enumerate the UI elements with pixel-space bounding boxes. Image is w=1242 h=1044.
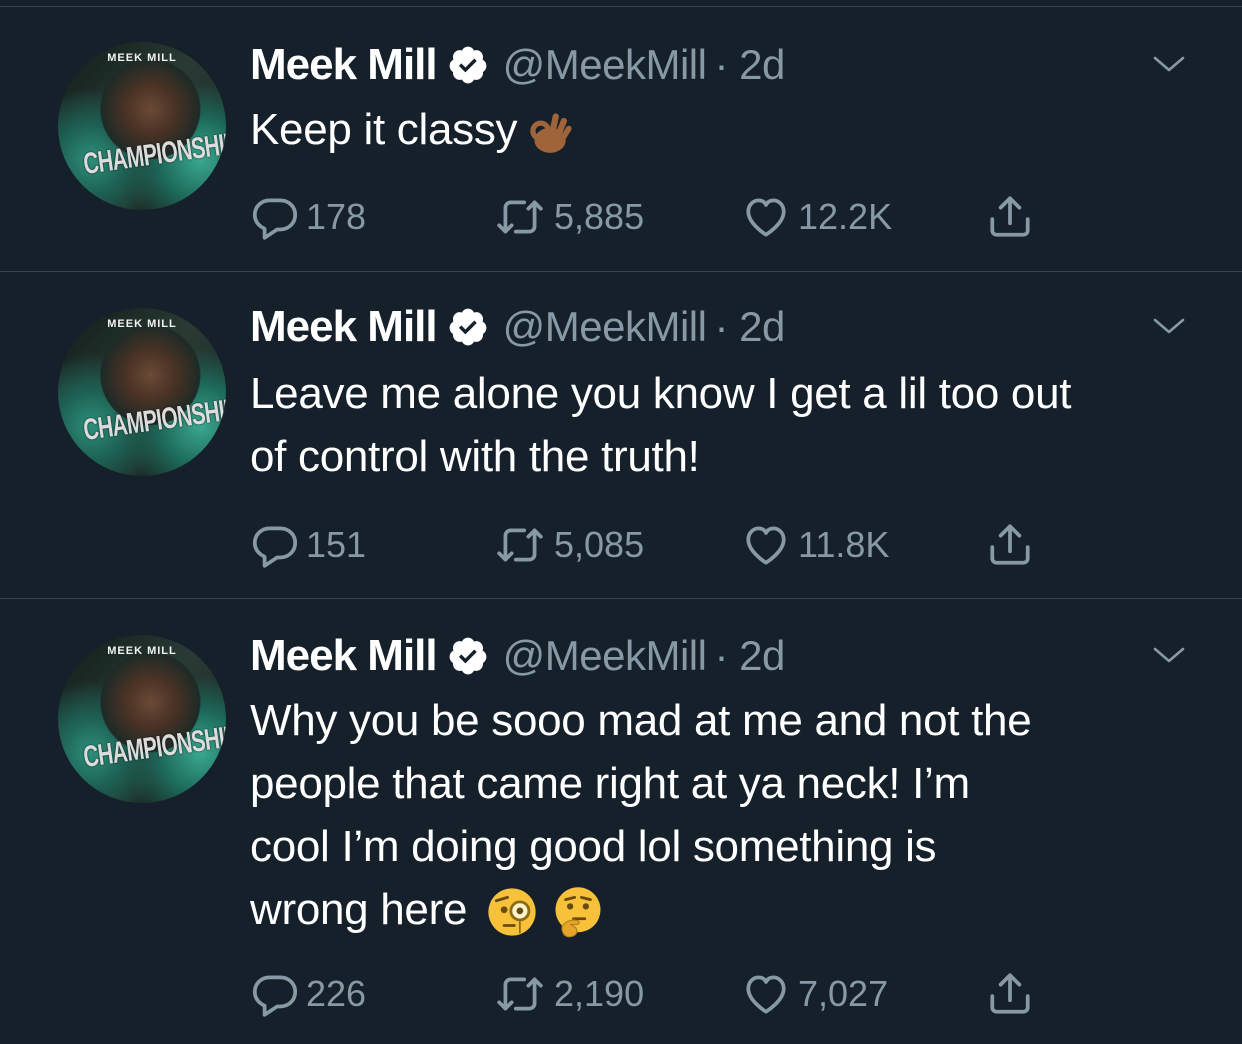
reply-count: 151 xyxy=(306,524,367,565)
thinking-face-icon xyxy=(551,885,605,939)
display-name[interactable]: Meek Mill xyxy=(250,40,438,90)
tweet-text: Leave me alone you know I get a lil too … xyxy=(250,362,1200,488)
retweet-button[interactable]: 5,885 xyxy=(492,192,644,242)
retweet-count: 5,885 xyxy=(554,196,645,237)
tweet-text-line: cool I’m doing good lol something is xyxy=(250,822,937,871)
like-button[interactable]: 11.8K xyxy=(740,520,889,570)
tweet-text-line: of control with the truth! xyxy=(250,432,700,481)
avatar[interactable]: MEEK MILL CHAMPIONSHIPS xyxy=(58,635,226,803)
avatar-caption-top: MEEK MILL xyxy=(107,318,177,330)
share-button[interactable] xyxy=(984,520,1036,570)
tweet-text-line: people that came right at ya neck! I’m xyxy=(250,759,970,808)
retweet-count: 5,085 xyxy=(554,524,645,565)
tweet-header: Meek Mill @MeekMill · 2d xyxy=(250,631,785,681)
like-button[interactable]: 12.2K xyxy=(740,192,892,242)
retweet-button[interactable]: 5,085 xyxy=(492,520,644,570)
tweet-actions: 226 2,190 7,027 xyxy=(250,969,1070,1019)
tweet-text-line: Why you be sooo mad at me and not the xyxy=(250,696,1032,745)
like-button[interactable]: 7,027 xyxy=(740,969,888,1019)
like-count: 7,027 xyxy=(798,973,889,1014)
reply-count: 226 xyxy=(306,973,367,1014)
tweet-header: Meek Mill @MeekMill · 2d xyxy=(250,40,785,90)
heart-icon xyxy=(740,520,792,570)
like-count: 11.8K xyxy=(798,524,890,565)
tweet-header: Meek Mill @MeekMill · 2d xyxy=(250,302,785,352)
avatar-caption-main: CHAMPIONSHIPS xyxy=(81,717,226,775)
like-count: 12.2K xyxy=(798,196,893,237)
retweet-count: 2,190 xyxy=(554,973,645,1014)
avatar[interactable]: MEEK MILL CHAMPIONSHIPS xyxy=(58,308,226,476)
retweet-icon xyxy=(492,520,548,570)
reply-button[interactable]: 178 xyxy=(250,192,366,242)
reply-icon xyxy=(250,520,300,570)
share-button[interactable] xyxy=(984,969,1036,1019)
share-icon xyxy=(984,520,1036,570)
tweet-text-line: Leave me alone you know I get a lil too … xyxy=(250,369,1072,418)
tweet-actions: 178 5,885 12.2K xyxy=(250,192,1070,242)
tweet-text-line: wrong here xyxy=(250,878,1200,941)
tweet[interactable]: MEEK MILL CHAMPIONSHIPS Meek Mill @MeekM… xyxy=(0,599,1242,1044)
display-name[interactable]: Meek Mill xyxy=(250,302,438,352)
reply-button[interactable]: 151 xyxy=(250,520,366,570)
reply-button[interactable]: 226 xyxy=(250,969,366,1019)
tweet-actions: 151 5,085 11.8K xyxy=(250,520,1070,570)
tweet-text: Keep it classy xyxy=(250,98,1200,161)
share-icon xyxy=(984,192,1036,242)
retweet-button[interactable]: 2,190 xyxy=(492,969,644,1019)
retweet-icon xyxy=(492,969,548,1019)
username-handle[interactable]: @MeekMill xyxy=(503,632,707,680)
reply-count: 178 xyxy=(306,196,367,237)
tweet[interactable]: MEEK MILL CHAMPIONSHIPS Meek Mill @MeekM… xyxy=(0,272,1242,598)
share-button[interactable] xyxy=(984,192,1036,242)
heart-icon xyxy=(740,969,792,1019)
username-handle[interactable]: @MeekMill xyxy=(503,303,707,351)
avatar-caption-top: MEEK MILL xyxy=(107,645,177,657)
display-name[interactable]: Meek Mill xyxy=(250,631,438,681)
tweet-text: Why you be sooo mad at me and not the pe… xyxy=(250,689,1200,941)
chevron-down-icon[interactable] xyxy=(1150,52,1188,76)
tweet-text-line: Keep it classy xyxy=(250,105,518,154)
reply-icon xyxy=(250,192,300,242)
heart-icon xyxy=(740,192,792,242)
avatar-caption-top: MEEK MILL xyxy=(107,52,177,64)
ok-hand-icon xyxy=(523,107,573,157)
chevron-down-icon[interactable] xyxy=(1150,643,1188,667)
avatar-caption-main: CHAMPIONSHIPS xyxy=(81,390,226,448)
verified-badge-icon xyxy=(447,635,489,677)
monocle-face-icon xyxy=(485,885,539,939)
verified-badge-icon xyxy=(447,306,489,348)
share-icon xyxy=(984,969,1036,1019)
avatar-caption-main: CHAMPIONSHIPS xyxy=(81,124,226,182)
username-handle[interactable]: @MeekMill xyxy=(503,41,707,89)
timestamp[interactable]: · 2d xyxy=(714,41,785,89)
chevron-down-icon[interactable] xyxy=(1150,314,1188,338)
avatar[interactable]: MEEK MILL CHAMPIONSHIPS xyxy=(58,42,226,210)
tweet[interactable]: MEEK MILL CHAMPIONSHIPS Meek Mill @MeekM… xyxy=(0,0,1242,271)
tweet-text-line-part: wrong here xyxy=(250,885,468,934)
timestamp[interactable]: · 2d xyxy=(714,632,785,680)
timestamp[interactable]: · 2d xyxy=(714,303,785,351)
verified-badge-icon xyxy=(447,44,489,86)
reply-icon xyxy=(250,969,300,1019)
retweet-icon xyxy=(492,192,548,242)
